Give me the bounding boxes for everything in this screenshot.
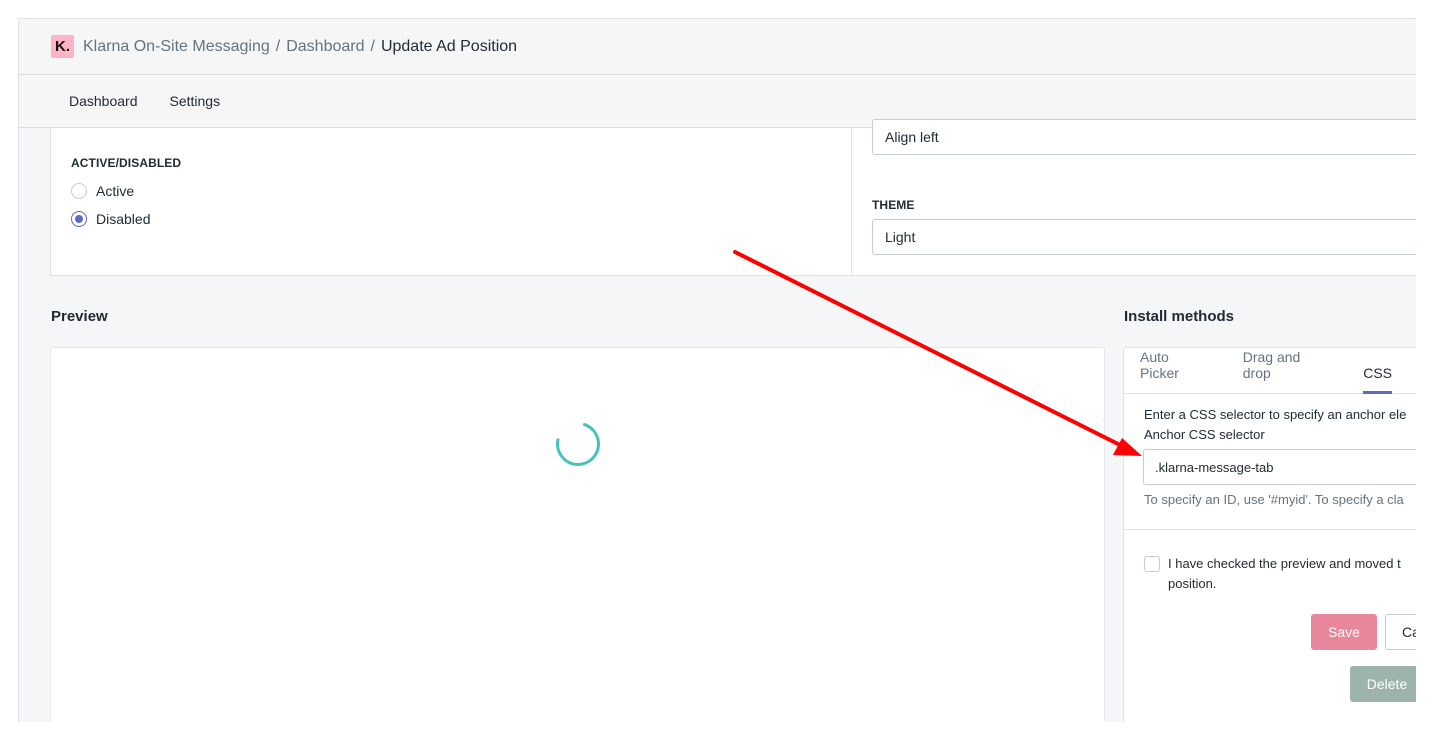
tab-auto-picker[interactable]: Auto Picker bbox=[1140, 349, 1211, 393]
right-margin bbox=[1416, 0, 1438, 739]
klarna-logo: K. bbox=[51, 35, 74, 58]
app-window: K. Klarna On-Site Messaging / Dashboard … bbox=[18, 18, 1416, 739]
card-divider bbox=[851, 128, 852, 276]
radio-button[interactable] bbox=[71, 183, 87, 199]
divider bbox=[1124, 529, 1416, 530]
cancel-button[interactable]: Ca bbox=[1385, 614, 1416, 650]
nav-dashboard[interactable]: Dashboard bbox=[69, 93, 138, 109]
theme-select[interactable]: Light bbox=[872, 219, 1416, 255]
css-help-text: Enter a CSS selector to specify an ancho… bbox=[1144, 407, 1407, 422]
radio-button-selected[interactable] bbox=[71, 211, 87, 227]
preview-panel bbox=[50, 347, 1105, 739]
loading-spinner-icon bbox=[547, 413, 609, 475]
bottom-margin bbox=[0, 722, 1438, 739]
anchor-css-selector-input[interactable]: .klarna-message-tab bbox=[1143, 449, 1416, 485]
settings-card: ACTIVE/DISABLED Active Disabled Align le… bbox=[50, 119, 1416, 276]
theme-label: THEME bbox=[872, 198, 915, 212]
alignment-select[interactable]: Align left bbox=[872, 119, 1416, 155]
save-button[interactable]: Save bbox=[1311, 614, 1377, 650]
radio-disabled[interactable]: Disabled bbox=[71, 211, 150, 227]
anchor-field-label: Anchor CSS selector bbox=[1144, 427, 1265, 442]
breadcrumb-separator: / bbox=[275, 37, 281, 55]
install-methods-panel: Auto Picker Drag and drop CSS Enter a CS… bbox=[1123, 347, 1416, 739]
tab-drag-and-drop[interactable]: Drag and drop bbox=[1243, 349, 1331, 393]
preview-confirm-checkbox[interactable] bbox=[1144, 556, 1160, 572]
checkbox-label: I have checked the preview and moved t p… bbox=[1168, 556, 1401, 591]
install-tabs: Auto Picker Drag and drop CSS bbox=[1124, 348, 1416, 394]
breadcrumb-separator: / bbox=[370, 37, 375, 55]
status-label: ACTIVE/DISABLED bbox=[71, 156, 182, 170]
preview-title: Preview bbox=[51, 308, 108, 325]
delete-button[interactable]: Delete bbox=[1350, 666, 1416, 702]
tab-css[interactable]: CSS bbox=[1363, 365, 1392, 394]
radio-label: Disabled bbox=[96, 211, 151, 227]
radio-label: Active bbox=[96, 183, 135, 199]
radio-active[interactable]: Active bbox=[71, 183, 134, 199]
nav-settings[interactable]: Settings bbox=[170, 93, 221, 109]
radio-dot bbox=[75, 215, 83, 223]
breadcrumb-dashboard[interactable]: Dashboard bbox=[286, 38, 364, 56]
css-hint-text: To specify an ID, use '#myid'. To specif… bbox=[1144, 492, 1404, 507]
top-bar: K. Klarna On-Site Messaging / Dashboard … bbox=[19, 19, 1416, 75]
breadcrumb-current: Update Ad Position bbox=[380, 37, 518, 55]
install-title: Install methods bbox=[1124, 308, 1235, 325]
breadcrumb-app[interactable]: Klarna On-Site Messaging bbox=[83, 38, 270, 56]
